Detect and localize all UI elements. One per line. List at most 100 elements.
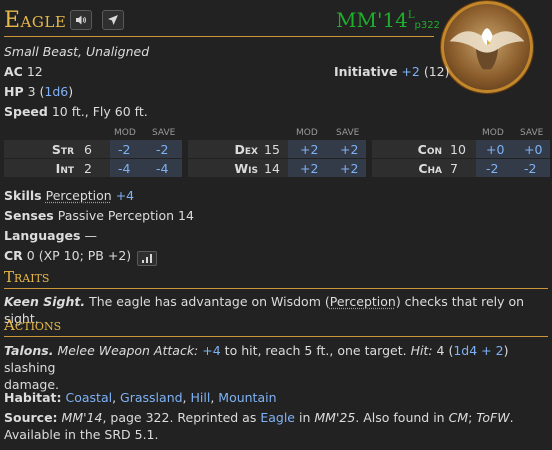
- bar-chart-icon: [142, 254, 153, 263]
- languages-label: Languages: [4, 228, 81, 243]
- mod-header: MOD: [296, 128, 318, 138]
- also-book-link[interactable]: CM: [449, 410, 469, 425]
- eagle-token-image: [449, 28, 525, 70]
- habitat-link[interactable]: Mountain: [218, 390, 276, 405]
- mod-header: MOD: [482, 128, 504, 138]
- ability-save-roller[interactable]: +0: [524, 142, 542, 157]
- initiative: Initiative +2 (12): [334, 64, 450, 79]
- reprint-link[interactable]: Eagle: [260, 410, 295, 425]
- skill-perception-link[interactable]: Perception: [46, 188, 112, 203]
- ac-label: AC: [4, 64, 23, 79]
- ability-save-roller[interactable]: +2: [340, 142, 358, 157]
- senses-label: Senses: [4, 208, 54, 223]
- habitat-link[interactable]: Hill: [191, 390, 211, 405]
- action-name: Talons.: [4, 343, 54, 358]
- creature-meta: Small Beast, Unaligned: [4, 44, 150, 59]
- speed: Speed 10 ft., Fly 60 ft.: [4, 104, 148, 119]
- hover-pointer-icon: [108, 15, 118, 25]
- hp-value: 3: [27, 84, 36, 99]
- ability-mod-roller[interactable]: -4: [118, 161, 130, 176]
- hover-button[interactable]: [102, 10, 124, 30]
- ability-save-roller[interactable]: -2: [524, 161, 536, 176]
- ability-group-dex-wis: MOD SAVE Dex 15 +2 +2 Wis 14 +2 +2: [188, 126, 366, 178]
- damage-type: slashing: [4, 360, 56, 375]
- initiative-roller[interactable]: +2: [401, 64, 419, 79]
- source-abbr[interactable]: MM'14: [336, 8, 408, 32]
- cr-scaler-button[interactable]: [137, 251, 158, 266]
- attack-roller[interactable]: +4: [202, 343, 220, 358]
- reprint-book-link[interactable]: MM'25: [314, 410, 355, 425]
- initiative-score: (12): [423, 64, 450, 79]
- ability-mod-roller[interactable]: -2: [486, 161, 498, 176]
- speaker-icon: [76, 15, 86, 25]
- source-page: p322: [414, 20, 440, 31]
- ability-row-wis: Wis 14 +2 +2: [188, 159, 366, 177]
- source-page-text: , page 322. Reprinted as: [102, 410, 257, 425]
- ability-name: Wis: [234, 161, 258, 176]
- skill-perception-roller[interactable]: +4: [116, 188, 134, 203]
- ability-mod-roller[interactable]: +0: [486, 142, 504, 157]
- ability-name: Int: [55, 161, 74, 176]
- source-book-link[interactable]: MM'14: [62, 410, 103, 425]
- ability-score: 14: [264, 161, 280, 176]
- hit-label: Hit:: [410, 343, 433, 358]
- source-label: Source:: [4, 410, 58, 425]
- ability-score: 6: [84, 142, 92, 157]
- ability-score: 7: [450, 161, 458, 176]
- save-header: SAVE: [520, 128, 544, 138]
- armor-class: AC 12: [4, 64, 43, 79]
- habitat-link[interactable]: Grassland: [120, 390, 183, 405]
- srd-note: Available in the SRD 5.1.: [4, 427, 159, 442]
- ability-row-int: Int 2 -4 -4: [4, 159, 182, 177]
- senses-value: Passive Perception 14: [57, 208, 194, 223]
- traits-heading: Traits: [4, 268, 50, 286]
- cr-label: CR: [4, 248, 23, 263]
- hp-formula-roller[interactable]: 1d6: [44, 84, 68, 99]
- damage-roller[interactable]: 1d4 + 2: [453, 343, 503, 358]
- speed-value: 10 ft., Fly 60 ft.: [51, 104, 148, 119]
- speed-label: Speed: [4, 104, 48, 119]
- speak-button[interactable]: [70, 10, 92, 30]
- habitat-label: Habitat:: [4, 390, 62, 405]
- actions-rule: [4, 336, 548, 337]
- ability-mod-roller[interactable]: +2: [300, 161, 318, 176]
- languages-value: —: [84, 228, 97, 243]
- source-tag[interactable]: MM'14Lp322: [336, 8, 440, 32]
- ability-name: Str: [51, 142, 74, 157]
- senses: Senses Passive Perception 14: [4, 208, 194, 223]
- ability-mod-roller[interactable]: +2: [300, 142, 318, 157]
- ability-save-roller[interactable]: -2: [156, 142, 168, 157]
- ability-row-cha: Cha 7 -2 -2: [372, 159, 550, 177]
- statblock-header: Eagle MM'14Lp322: [4, 4, 440, 36]
- ability-name: Dex: [234, 142, 258, 157]
- ability-save-roller[interactable]: -4: [156, 161, 168, 176]
- habitat-link[interactable]: Coastal: [66, 390, 113, 405]
- hit-points: HP 3 (1d6): [4, 84, 74, 99]
- hp-label: HP: [4, 84, 24, 99]
- ability-row-con: Con 10 +0 +0: [372, 140, 550, 158]
- trait-name: Keen Sight.: [4, 294, 86, 309]
- ability-header: MOD SAVE: [188, 126, 366, 140]
- creature-name: Eagle: [4, 8, 67, 33]
- ability-group-str-int: MOD SAVE Str 6 -2 -2 Int 2 -4 -4: [4, 126, 182, 178]
- ability-name: Con: [417, 142, 442, 157]
- ability-score: 2: [84, 161, 92, 176]
- habitat: Habitat: Coastal, Grassland, Hill, Mount…: [4, 390, 277, 405]
- ability-mod-roller[interactable]: -2: [118, 142, 130, 157]
- source-legacy-mark: L: [407, 10, 415, 21]
- also-book-link[interactable]: ToFW: [476, 410, 509, 425]
- attack-type: Melee Weapon Attack:: [57, 343, 199, 358]
- mod-header: MOD: [114, 128, 136, 138]
- languages: Languages —: [4, 228, 97, 243]
- save-header: SAVE: [336, 128, 360, 138]
- ability-header: MOD SAVE: [372, 126, 550, 140]
- actions-heading: Actions: [4, 316, 62, 334]
- ac-value: 12: [26, 64, 43, 79]
- source-also-text: . Also found in: [355, 410, 445, 425]
- trait-text: The eagle has advantage on Wisdom (: [89, 294, 330, 309]
- ability-name: Cha: [418, 161, 442, 176]
- perception-link[interactable]: Perception: [330, 294, 396, 309]
- save-header: SAVE: [152, 128, 176, 138]
- creature-token[interactable]: [441, 1, 533, 93]
- ability-save-roller[interactable]: +2: [340, 161, 358, 176]
